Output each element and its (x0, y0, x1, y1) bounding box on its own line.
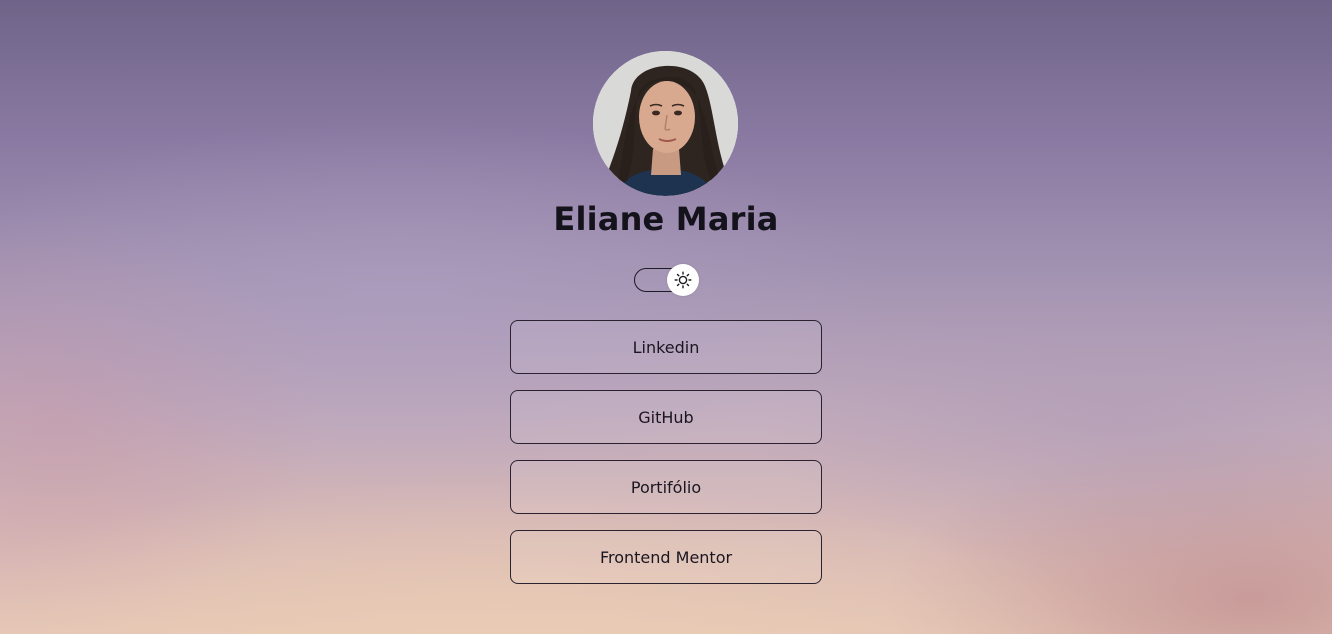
github-button[interactable]: GitHub (510, 390, 822, 444)
profile-card: Eliane Maria Linkedin GitHub Portifólio … (0, 0, 1332, 634)
linkedin-button[interactable]: Linkedin (510, 320, 822, 374)
theme-toggle[interactable] (634, 264, 700, 298)
frontend-mentor-button[interactable]: Frontend Mentor (510, 530, 822, 584)
social-links: Linkedin GitHub Portifólio Frontend Ment… (510, 320, 822, 600)
sun-icon (674, 271, 692, 289)
profile-name: Eliane Maria (553, 200, 779, 238)
profile-photo-icon (593, 51, 738, 196)
avatar (593, 51, 738, 196)
portfolio-button[interactable]: Portifólio (510, 460, 822, 514)
toggle-knob[interactable] (667, 264, 699, 296)
